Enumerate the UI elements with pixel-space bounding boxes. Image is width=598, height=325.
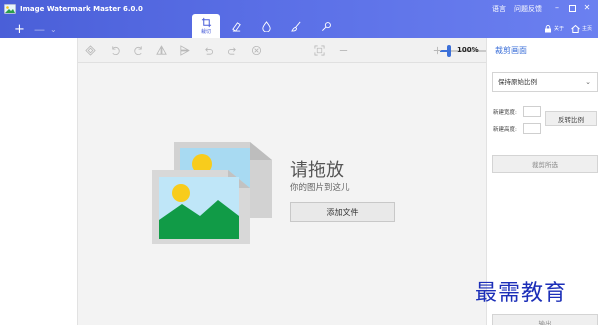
home-button[interactable]: 主页	[571, 24, 592, 34]
tab-brush[interactable]	[282, 14, 310, 38]
new-height-input[interactable]	[523, 123, 541, 134]
tool-tabs: 裁切	[192, 14, 342, 38]
about-label: 关于	[553, 26, 564, 32]
droplet-icon	[261, 20, 271, 32]
zoom-out-icon[interactable]	[337, 44, 349, 56]
add-image-button[interactable]: +	[14, 23, 25, 36]
pin-icon	[321, 21, 331, 31]
new-width-label: 新建宽度:	[493, 110, 517, 116]
tab-crop[interactable]: 裁切	[192, 14, 220, 38]
flip-horizontal-icon[interactable]	[155, 44, 167, 56]
app-logo-icon	[4, 4, 16, 14]
crop-selection-button[interactable]: 裁剪所选	[492, 155, 598, 173]
drop-area[interactable]: 请拖放 你的图片到这儿 添加文件	[78, 63, 486, 325]
more-chevron-button[interactable]: ⌄	[50, 24, 57, 36]
crop-icon	[201, 17, 211, 28]
watermark-text: 最需教育	[475, 281, 568, 306]
aspect-ratio-value: 保持原始比例	[498, 78, 537, 86]
output-button[interactable]: 输出	[492, 314, 598, 325]
app-title: Image Watermark Master 6.0.0	[20, 5, 143, 13]
tab-pin[interactable]	[312, 14, 340, 38]
add-file-button[interactable]: 添加文件	[290, 202, 395, 222]
rotate-left-icon[interactable]	[109, 44, 121, 56]
redo-icon[interactable]	[226, 44, 238, 56]
brush-icon	[290, 21, 301, 32]
aspect-ratio-select[interactable]: 保持原始比例 ⌄	[492, 72, 598, 92]
image-placeholder-icon	[152, 142, 272, 244]
zoom-level: 100%	[457, 46, 479, 54]
tab-crop-label: 裁切	[200, 29, 211, 35]
tab-water[interactable]	[252, 14, 280, 38]
lock-icon	[544, 25, 551, 33]
new-height-label: 新建高度:	[493, 127, 517, 133]
rotate-right-icon[interactable]	[132, 44, 144, 56]
maximize-button[interactable]	[567, 3, 577, 13]
new-width-input[interactable]	[523, 106, 541, 117]
top-links: 语言 问题反馈	[492, 4, 542, 14]
close-button[interactable]: ✕	[582, 3, 592, 13]
fit-screen-icon[interactable]	[313, 44, 325, 56]
home-label: 主页	[581, 26, 592, 32]
diamond-icon[interactable]	[84, 44, 96, 56]
image-list-panel[interactable]	[0, 38, 78, 325]
eraser-icon	[231, 21, 241, 32]
home-icon	[571, 25, 580, 33]
undo-icon[interactable]	[202, 44, 214, 56]
zoom-slider-thumb[interactable]	[447, 45, 452, 57]
reverse-ratio-button[interactable]: 反转比例	[545, 111, 597, 126]
language-link[interactable]: 语言	[492, 4, 506, 14]
remove-image-button[interactable]: —	[34, 24, 45, 36]
zoom-in-icon[interactable]	[431, 44, 443, 56]
feedback-link[interactable]: 问题反馈	[514, 4, 542, 14]
minimize-button[interactable]: –	[552, 3, 562, 13]
chevron-down-icon: ⌄	[585, 78, 591, 86]
edit-toolbar: 100%	[78, 38, 528, 63]
drop-subtitle: 你的图片到这儿	[290, 183, 350, 193]
flip-vertical-icon[interactable]	[178, 44, 190, 56]
about-button[interactable]: 关于	[544, 24, 564, 34]
drop-title: 请拖放	[290, 160, 344, 181]
reset-icon[interactable]	[250, 44, 262, 56]
title-bar: Image Watermark Master 6.0.0 语言 问题反馈 – ✕…	[0, 0, 598, 38]
tab-erase[interactable]	[222, 14, 250, 38]
panel-title: 裁剪画面	[495, 46, 527, 55]
